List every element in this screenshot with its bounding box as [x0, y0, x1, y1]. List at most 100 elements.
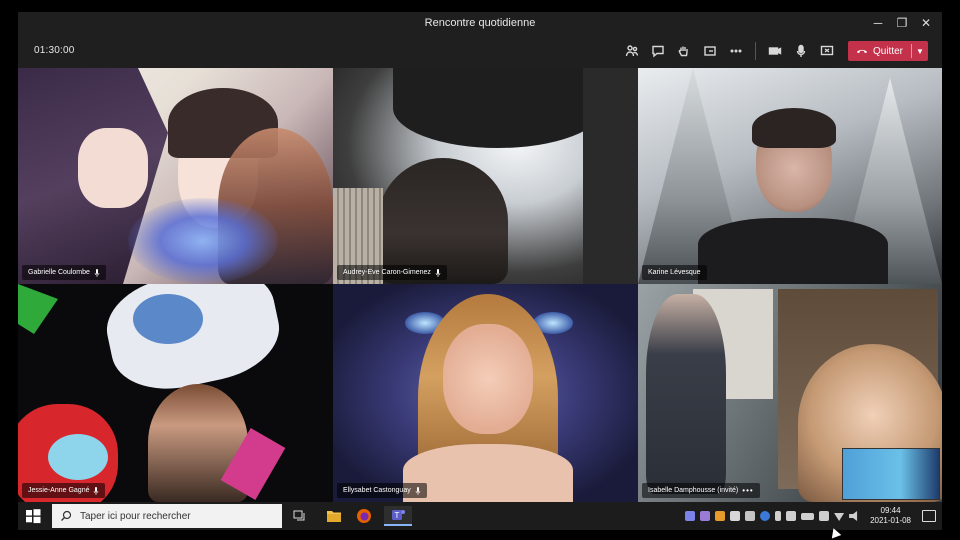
system-tray: 09:44 2021-01-08 [685, 502, 942, 530]
microphone-icon [796, 44, 806, 57]
crewmate-visor-shape [133, 294, 203, 344]
more-icon [730, 49, 742, 53]
task-view-button[interactable] [290, 506, 310, 526]
volume-icon[interactable] [849, 511, 858, 521]
person-body-shape [698, 218, 888, 284]
minimize-button[interactable]: ─ [866, 12, 890, 34]
app-tray-icon[interactable] [786, 511, 797, 521]
chat-icon [652, 45, 664, 58]
participant-more-button[interactable]: ••• [742, 486, 753, 495]
leave-options-button[interactable]: ▼ [912, 41, 928, 61]
app-tray-icon[interactable] [685, 511, 696, 521]
chat-button[interactable] [645, 40, 671, 62]
search-placeholder: Taper ici pour rechercher [80, 510, 191, 522]
window-controls: ─ ❐ ✕ [866, 12, 938, 34]
participant-name-tag: Audrey-Eve Caron-Gimenez [337, 265, 447, 280]
taskbar-search-box[interactable]: Taper ici pour rechercher [52, 504, 282, 528]
windows-start-icon[interactable] [24, 507, 42, 525]
leave-label: Quitter [872, 45, 903, 57]
meeting-toolbar: 01:30:00 Quitter ▼ [18, 34, 942, 68]
people-icon [625, 45, 639, 57]
folder-icon [327, 511, 341, 522]
green-shape [18, 284, 58, 334]
hand-icon [678, 46, 688, 57]
video-tile[interactable]: Ellysabet Castonguay [333, 284, 638, 502]
video-grid: Gabrielle Coulombe Audrey-Eve Caron-Gime… [18, 68, 942, 502]
curtain-shape [393, 68, 603, 148]
meeting-timer: 01:30:00 [34, 45, 75, 56]
participant-name: Audrey-Eve Caron-Gimenez [343, 269, 431, 276]
participant-name-tag: Karine Lévesque [642, 265, 707, 280]
leave-button[interactable]: Quitter [848, 41, 911, 61]
taskbar-clock[interactable]: 09:44 2021-01-08 [870, 506, 911, 526]
microphone-icon [415, 486, 421, 495]
microphone-icon[interactable] [775, 511, 782, 521]
meeting-controls: Quitter ▼ [619, 40, 928, 62]
firefox-icon [357, 509, 371, 523]
video-tile[interactable]: Karine Lévesque [638, 68, 942, 284]
raise-hand-button[interactable] [671, 40, 697, 62]
window-title: Rencontre quotidienne [424, 17, 536, 29]
participants-button[interactable] [619, 40, 645, 62]
camera-icon [768, 47, 782, 55]
bluetooth-icon[interactable] [760, 511, 771, 521]
self-view-thumbnail[interactable] [842, 448, 940, 500]
svg-text:T: T [395, 511, 400, 520]
app-tray-icon[interactable] [700, 511, 711, 521]
title-bar: Rencontre quotidienne ─ ❐ ✕ [18, 12, 942, 34]
hang-up-icon [856, 49, 868, 54]
file-explorer-button[interactable] [324, 506, 344, 526]
close-button[interactable]: ✕ [914, 12, 938, 34]
participant-name: Karine Lévesque [648, 269, 701, 276]
leave-button-group: Quitter ▼ [847, 41, 928, 61]
microphone-icon [94, 268, 100, 277]
clock-date: 2021-01-08 [870, 516, 911, 525]
chevron-down-icon: ▼ [916, 46, 924, 56]
teams-meeting-window: Rencontre quotidienne ─ ❐ ✕ 01:30:00 Qui… [18, 12, 942, 502]
person-body-shape [403, 444, 573, 502]
task-view-icon [293, 510, 305, 521]
person-silhouette [646, 294, 726, 494]
curtain-shape [583, 68, 638, 284]
video-tile[interactable]: Gabrielle Coulombe [18, 68, 333, 284]
microphone-icon [94, 486, 99, 495]
video-tile[interactable]: Audrey-Eve Caron-Gimenez [333, 68, 638, 284]
battery-icon[interactable] [801, 512, 815, 520]
teams-button[interactable]: T [384, 506, 412, 526]
participant-name-tag: Jessie-Anne Gagné [22, 483, 106, 498]
share-screen-button[interactable] [814, 40, 840, 62]
participant-name: Jessie-Anne Gagné [28, 487, 90, 494]
video-tile[interactable]: Jessie-Anne Gagné [18, 284, 333, 502]
microphone-button[interactable] [788, 40, 814, 62]
teams-icon: T [392, 510, 405, 520]
clock-time: 09:44 [880, 506, 901, 515]
action-center-icon[interactable] [922, 510, 936, 522]
hand-blur-shape [128, 198, 278, 284]
microphone-icon [435, 268, 441, 277]
share-tray-button[interactable] [697, 40, 723, 62]
camera-button[interactable] [762, 40, 788, 62]
participant-name: Ellysabet Castonguay [343, 487, 411, 494]
more-actions-button[interactable] [723, 40, 749, 62]
app-tray-icon[interactable] [819, 511, 830, 521]
participant-name: Isabelle Damphousse (invité) [648, 487, 739, 494]
search-icon [61, 510, 72, 521]
app-tray-icon[interactable] [730, 511, 741, 521]
video-tile[interactable]: Isabelle Damphousse (invité) ••• [638, 284, 942, 502]
wifi-icon[interactable] [834, 513, 845, 521]
participant-name-tag: Ellysabet Castonguay [337, 483, 427, 498]
person-face-shape [443, 324, 533, 434]
crewmate-visor-shape [48, 434, 108, 480]
participant-name-tag: Gabrielle Coulombe [22, 265, 106, 280]
firefox-button[interactable] [354, 506, 374, 526]
restore-button[interactable]: ❐ [890, 12, 914, 34]
hair-shape [752, 108, 836, 148]
app-tray-icon[interactable] [745, 511, 756, 521]
share-icon [704, 46, 716, 56]
participant-name: Gabrielle Coulombe [28, 269, 90, 276]
anime-face-shape [78, 128, 148, 208]
participant-name-tag: Isabelle Damphousse (invité) ••• [642, 483, 760, 498]
app-tray-icon[interactable] [715, 511, 726, 521]
screen-share-icon [820, 45, 834, 56]
toolbar-divider [754, 42, 756, 60]
